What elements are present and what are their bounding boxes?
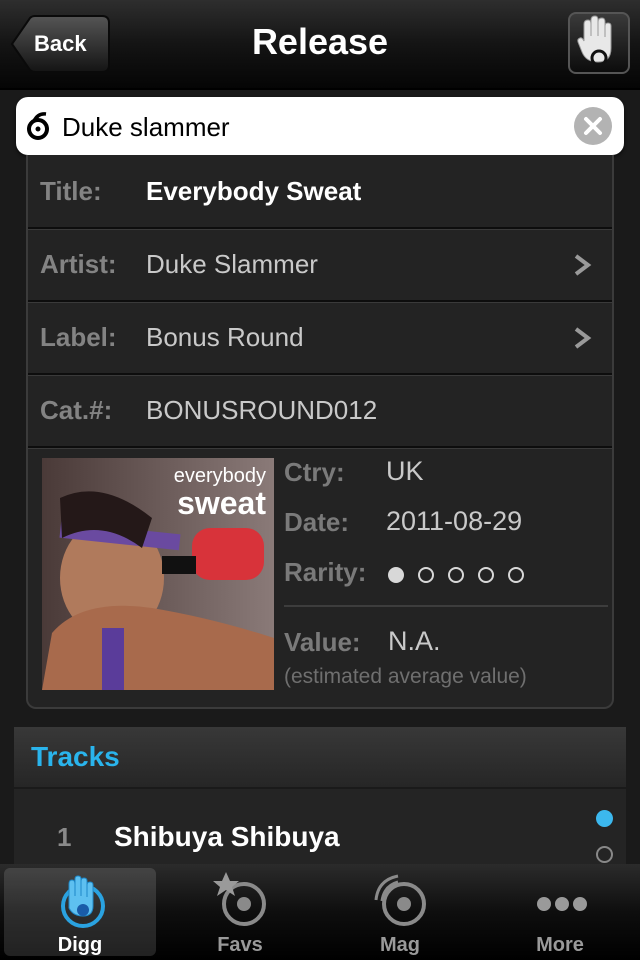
page-indicator-inactive [596, 846, 613, 863]
label-row[interactable]: Label: Bonus Round [28, 301, 612, 375]
chevron-right-icon [574, 327, 592, 349]
chevron-right-icon [574, 254, 592, 276]
label-value: Bonus Round [146, 322, 304, 352]
tab-bar: Digg Favs Mag More [0, 864, 640, 960]
album-cover-image[interactable]: everybody sweat [42, 458, 274, 690]
date-label: Date: [284, 507, 350, 537]
title-label: Title: [40, 176, 102, 206]
details-divider [284, 605, 608, 607]
artist-value: Duke Slammer [146, 249, 318, 279]
digg-search-icon [27, 112, 49, 140]
search-input[interactable]: Duke slammer [62, 97, 230, 157]
digg-hand-button[interactable] [568, 12, 630, 74]
track-row[interactable]: 1 Shibuya Shibuya [14, 789, 626, 869]
cover-text-bottom: sweat [177, 485, 266, 521]
page-title: Release [251, 21, 389, 62]
title-row: Title: Everybody Sweat [28, 155, 612, 229]
date-value: 2011-08-29 [386, 506, 523, 536]
label-label: Label: [40, 322, 117, 352]
close-icon [584, 117, 602, 135]
country-value: UK [386, 456, 424, 486]
tracks-section-header: Tracks [14, 727, 626, 787]
artist-row[interactable]: Artist: Duke Slammer [28, 228, 612, 302]
catalog-value: BONUSROUND012 [146, 395, 378, 425]
navigation-bar: Back Release [0, 0, 640, 90]
rarity-dot-empty [418, 567, 434, 583]
rarity-dot-empty [448, 567, 464, 583]
clear-search-button[interactable] [574, 107, 612, 145]
rarity-dot-empty [508, 567, 524, 583]
star-record-icon [213, 872, 266, 926]
rarity-dot-empty [478, 567, 494, 583]
tab-more-label: More [536, 934, 584, 956]
catalog-label: Cat.#: [40, 395, 113, 425]
tab-favs-label: Favs [217, 934, 263, 956]
value-note: (estimated average value) [284, 665, 527, 688]
artist-label: Artist: [40, 249, 117, 279]
value-label: Value: [284, 627, 361, 657]
rarity-dot-filled [388, 567, 404, 583]
hand-icon [577, 15, 612, 67]
tab-favs[interactable]: Favs [160, 864, 320, 960]
signal-record-icon [374, 874, 426, 926]
tab-more[interactable]: More [480, 864, 640, 960]
page-indicator-active [596, 810, 613, 827]
rarity-label: Rarity: [284, 557, 367, 587]
country-label: Ctry: [284, 457, 345, 487]
search-field[interactable]: Duke slammer [16, 97, 624, 155]
more-dots-icon [537, 897, 587, 911]
cover-text-top: everybody [174, 465, 266, 487]
hand-icon [61, 875, 105, 928]
tracks-header-label: Tracks [31, 741, 120, 772]
value-value: N.A. [388, 626, 441, 656]
release-detail-card: Title: Everybody Sweat Artist: Duke Slam… [26, 155, 614, 709]
catalog-row: Cat.#: BONUSROUND012 [28, 374, 612, 448]
tab-mag-label: Mag [380, 934, 420, 956]
tab-digg[interactable]: Digg [4, 868, 156, 956]
tab-digg-label: Digg [57, 934, 103, 956]
tab-mag[interactable]: Mag [320, 864, 480, 960]
title-value: Everybody Sweat [146, 176, 362, 206]
